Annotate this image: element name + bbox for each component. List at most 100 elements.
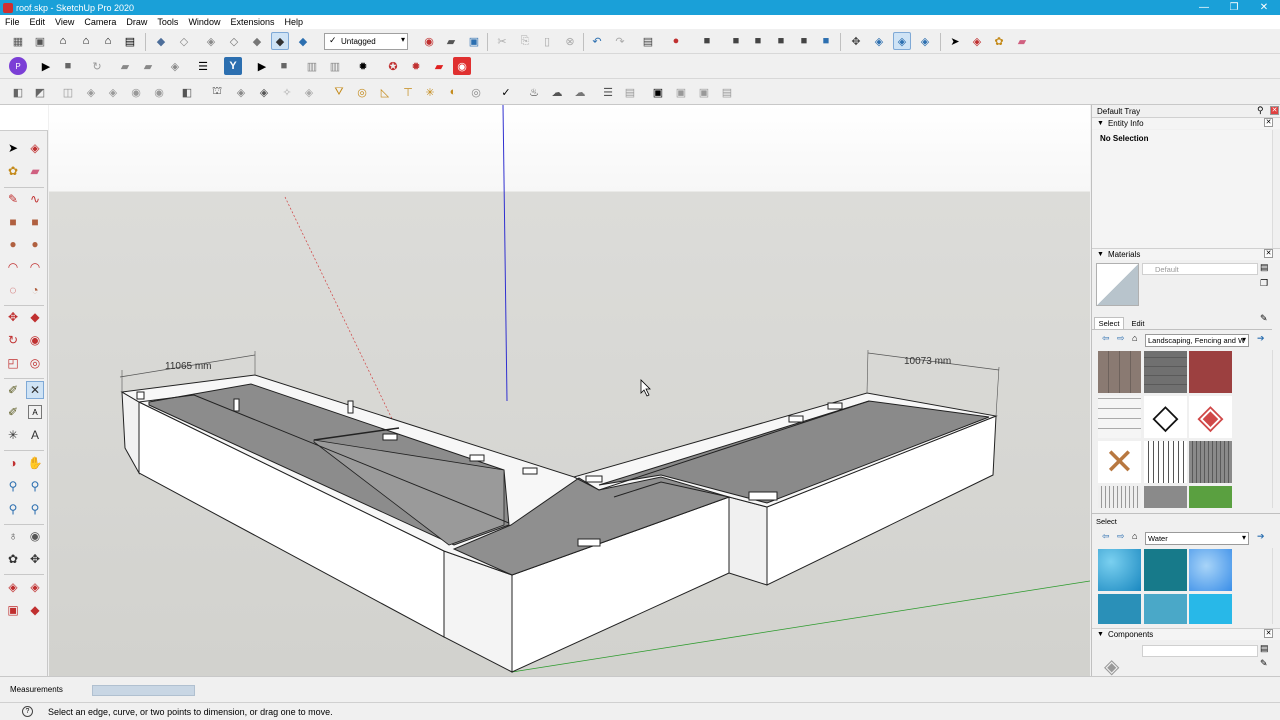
components-header[interactable]: ▼ Components ✕ (1092, 628, 1280, 640)
paste-icon[interactable]: ▯ (538, 32, 556, 50)
grid-icon[interactable]: ▤ (621, 83, 639, 101)
extension-warehouse-icon[interactable]: ◈ (26, 578, 44, 596)
menu-extensions[interactable]: Extensions (225, 17, 279, 27)
render-folder-icon[interactable]: ▰ (430, 57, 448, 75)
stamp-icon[interactable]: ✧ (278, 83, 296, 101)
frame-next-icon[interactable]: ▥ (326, 57, 344, 75)
section-plane-tool-icon[interactable]: ✥ (26, 550, 44, 568)
measurements-input[interactable] (92, 685, 195, 696)
display-secondary-icon[interactable]: ▤ (1260, 643, 1269, 654)
tag-select[interactable]: ✓ Untagged ▾ (324, 33, 408, 50)
gear-icon[interactable]: ✹ (354, 57, 372, 75)
cut-icon[interactable]: ✂ (493, 32, 511, 50)
window-icon[interactable]: ▣ (649, 83, 667, 101)
ruby-console-icon[interactable]: ◆ (26, 601, 44, 619)
rotated-rectangle-icon[interactable]: ■ (26, 213, 44, 231)
menu-tools[interactable]: Tools (152, 17, 183, 27)
split-icon[interactable]: ◉ (150, 83, 168, 101)
play-icon[interactable]: ▶ (37, 57, 55, 75)
perspective-icon[interactable]: ✥ (847, 32, 865, 50)
model-info-icon[interactable]: ● (667, 32, 685, 50)
forward-arrow-icon[interactable]: ⇨ (1117, 531, 1125, 542)
axes-tool-icon[interactable]: ✳ (4, 426, 22, 444)
back-arrow-icon[interactable]: ⇦ (1102, 531, 1110, 542)
circle-tool-icon[interactable]: ● (4, 235, 22, 253)
frame-prev-icon[interactable]: ▥ (303, 57, 321, 75)
display-secondary-icon[interactable]: ▤ (1260, 262, 1269, 273)
close-button[interactable]: ✕ (1250, 0, 1278, 15)
two-point-arc-icon[interactable]: ◠ (26, 258, 44, 276)
paint-bucket-icon[interactable]: ✿ (990, 32, 1008, 50)
undo-icon[interactable]: ↶ (588, 32, 606, 50)
material-swatch-stone[interactable] (1144, 486, 1187, 508)
details-icon[interactable]: ✎ (1260, 658, 1268, 669)
material-swatch-water-ripple[interactable] (1098, 594, 1141, 624)
material-swatch-water-light[interactable] (1144, 594, 1187, 624)
follow-me-icon[interactable]: ⛛ (330, 83, 348, 101)
select-arrow-icon[interactable]: ➤ (946, 32, 964, 50)
drape-icon[interactable]: ◈ (300, 83, 318, 101)
intersect-icon[interactable]: ◫ (59, 83, 77, 101)
monochrome-icon[interactable]: ◆ (271, 32, 289, 50)
follow-me-tool-icon[interactable]: ◉ (26, 331, 44, 349)
material-swatch-grass[interactable] (1189, 486, 1232, 508)
top-view-icon[interactable]: ■ (749, 32, 767, 50)
print-icon[interactable]: ▤ (639, 32, 657, 50)
zoom-window-icon[interactable]: ⚲ (26, 477, 44, 495)
axes-icon[interactable]: ✳ (421, 83, 439, 101)
material-swatch-brick-red[interactable] (1189, 351, 1232, 393)
outer-shell-icon[interactable]: ◩ (31, 83, 49, 101)
scene-next-icon[interactable]: ▰ (139, 57, 157, 75)
export-icon[interactable]: ▤ (718, 83, 736, 101)
home-library-icon[interactable]: ⌂ (1132, 333, 1137, 343)
cloud-gear-icon[interactable]: ☁ (548, 83, 566, 101)
eraser-icon[interactable]: ▰ (1013, 32, 1031, 50)
minimize-button[interactable]: — (1190, 0, 1218, 15)
hidden-line-icon[interactable]: ◈ (202, 32, 220, 50)
tape-measure-icon[interactable]: ✐ (4, 381, 22, 399)
section-plane-icon[interactable]: ◐ (444, 83, 462, 101)
textured-icon[interactable]: ◆ (294, 32, 312, 50)
sample-paint-icon[interactable]: ✎ (1260, 313, 1268, 324)
warehouse-icon[interactable]: ⌂ (77, 32, 95, 50)
entity-info-scrollbar[interactable] (1272, 130, 1280, 248)
offset-icon[interactable]: ◎ (353, 83, 371, 101)
pin-icon[interactable]: ⚲ (1257, 105, 1264, 116)
make-component-box-icon[interactable]: ◈ (968, 32, 986, 50)
new-file-icon[interactable]: ▦ (9, 32, 27, 50)
solid-tools-icon[interactable]: ◧ (9, 83, 27, 101)
building-icon[interactable]: ▤ (121, 32, 139, 50)
yak-icon[interactable]: Y (224, 57, 242, 75)
erase-selection-icon[interactable]: ⊗ (561, 32, 579, 50)
dimension-tool-icon[interactable]: ◎ (467, 83, 485, 101)
material-swatch-water-blue[interactable] (1189, 549, 1232, 591)
make-component-tool-icon[interactable]: ◈ (26, 139, 44, 157)
perspective-camera-icon[interactable]: ◈ (893, 32, 911, 50)
run-icon[interactable]: ▶ (253, 57, 271, 75)
back-arrow-icon[interactable]: ⇦ (1102, 333, 1110, 344)
material-swatch-cobblestone[interactable] (1144, 351, 1187, 393)
settings-sliders-icon[interactable]: ☰ (194, 57, 212, 75)
orbit-tool-icon[interactable]: ◑ (4, 454, 22, 472)
menu-edit[interactable]: Edit (25, 17, 51, 27)
material-swatch-wood-lattice[interactable]: ✕ (1098, 441, 1141, 483)
tray-close-icon[interactable]: ✕ (1270, 106, 1279, 115)
material-swatch-pavers[interactable] (1098, 351, 1141, 393)
parallel-projection-icon[interactable]: ◈ (870, 32, 888, 50)
zoom-extents-icon[interactable]: ⚲ (4, 500, 22, 518)
pan-tool-icon[interactable]: ✋ (26, 454, 44, 472)
material-swatch-fence-wire[interactable] (1098, 396, 1141, 438)
front-view-icon[interactable]: ■ (772, 32, 790, 50)
move-tool-icon[interactable]: ✥ (4, 308, 22, 326)
wireframe-style-icon[interactable]: ◇ (175, 32, 193, 50)
menu-draw[interactable]: Draw (121, 17, 152, 27)
walk-tool-icon[interactable]: ✿ (4, 550, 22, 568)
render-settings-icon[interactable]: ✪ (384, 57, 402, 75)
cloud-icon[interactable]: ☁ (571, 83, 589, 101)
shaded-style-icon[interactable]: ◆ (152, 32, 170, 50)
secondary-scrollbar[interactable] (1272, 548, 1280, 624)
make-component-icon[interactable]: ■ (698, 32, 716, 50)
rotate-tool-icon[interactable]: ↻ (4, 331, 22, 349)
line-tool-icon[interactable]: ✎ (4, 190, 22, 208)
save-icon[interactable]: ▣ (465, 32, 483, 50)
